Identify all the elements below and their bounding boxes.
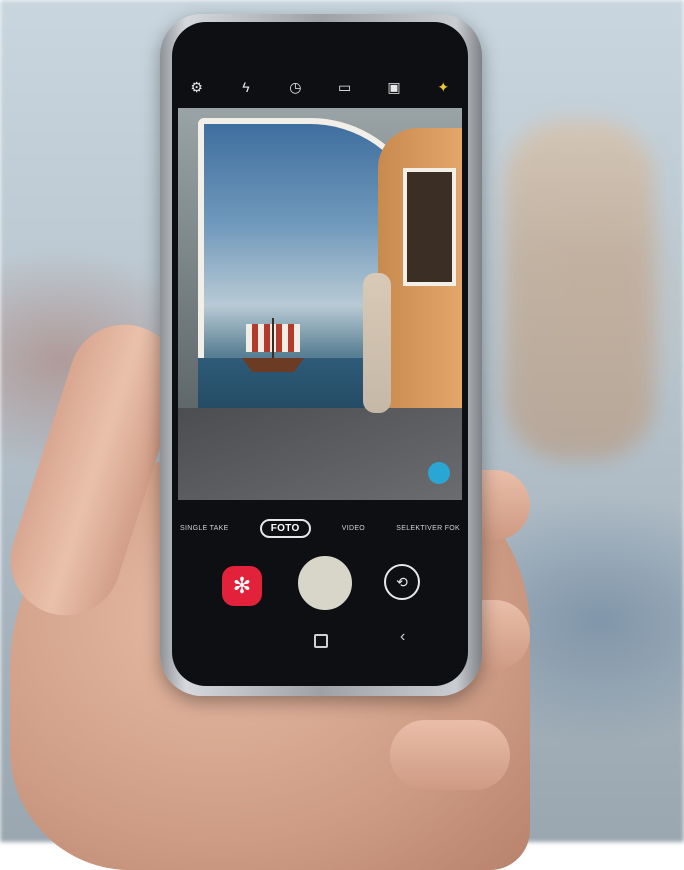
mode-video[interactable]: VIDEO: [342, 525, 365, 532]
settings-icon[interactable]: ⚙: [186, 76, 208, 98]
sticker-icon[interactable]: ▣: [383, 76, 405, 98]
mode-photo[interactable]: FOTO: [259, 518, 311, 538]
mode-selective-focus[interactable]: SELEKTIVER FOK: [396, 525, 460, 532]
focus-indicator-icon[interactable]: [428, 462, 450, 484]
shutter-controls: ✻ ⟲: [172, 556, 468, 620]
filter-icon[interactable]: ✦: [432, 76, 454, 98]
bixby-vision-icon[interactable]: ✻: [222, 566, 262, 606]
camera-toolbar: ⚙ ϟ ◷ ▭ ▣ ✦: [172, 74, 468, 100]
back-icon[interactable]: ‹: [400, 628, 405, 646]
mode-single-take[interactable]: SINGLE TAKE: [180, 525, 229, 532]
shutter-button[interactable]: [298, 556, 352, 610]
window: [403, 168, 456, 286]
person: [363, 273, 391, 413]
navigation-bar: ‹: [172, 628, 468, 654]
flash-off-icon[interactable]: ϟ: [235, 76, 257, 98]
finger: [390, 720, 510, 790]
timer-icon[interactable]: ◷: [284, 76, 306, 98]
viewfinder[interactable]: [178, 108, 462, 500]
phone-screen: ⚙ ϟ ◷ ▭ ▣ ✦ SINGLE TAKE FOTO VIDEO SELEK…: [172, 22, 468, 686]
road: [178, 408, 462, 500]
switch-camera-icon[interactable]: ⟲: [384, 564, 420, 600]
aspect-ratio-icon[interactable]: ▭: [334, 76, 356, 98]
camera-mode-bar: SINGLE TAKE FOTO VIDEO SELEKTIVER FOK: [172, 516, 468, 540]
ship-illustration: [242, 318, 304, 372]
home-icon[interactable]: [314, 634, 328, 648]
